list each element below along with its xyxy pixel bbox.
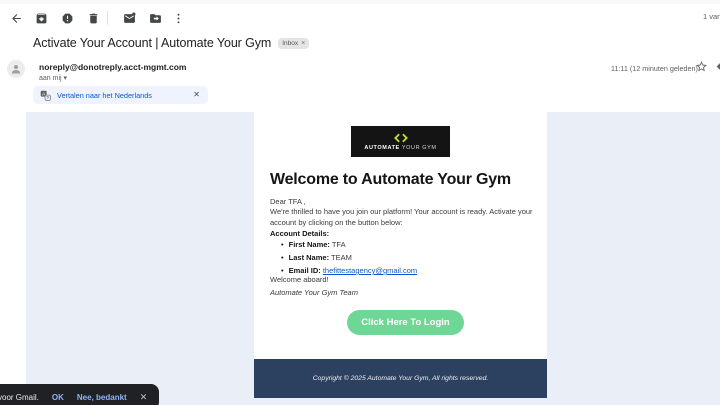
translate-close-icon[interactable]: ✕ <box>193 91 200 99</box>
inbox-label-badge[interactable]: Inbox × <box>278 37 310 49</box>
move-to-icon[interactable] <box>147 10 163 26</box>
toast-ok-button[interactable]: OK <box>52 393 64 402</box>
email-intro-paragraph: We're thrilled to have you join our plat… <box>270 207 533 227</box>
person-icon <box>12 65 20 74</box>
code-brackets-icon <box>393 133 408 142</box>
email-id-link[interactable]: thefittestagency@gmail.com <box>323 266 417 275</box>
inbox-label-remove-icon[interactable]: × <box>301 40 305 47</box>
gmail-email-view: 1 van 4 Activate Your Account | Automate… <box>0 0 720 405</box>
welcome-aboard-text: Welcome aboard! <box>270 275 329 284</box>
copyright-text: Copyright © 2025 Automate Your Gym, All … <box>312 375 489 382</box>
subject-row: Activate Your Account | Automate Your Gy… <box>33 36 310 50</box>
email-greeting: Dear TFA , <box>270 197 306 206</box>
sender-avatar <box>7 60 25 78</box>
pagination-counter: 1 van 4 <box>703 12 720 21</box>
email-footer: Copyright © 2025 Automate Your Gym, All … <box>254 359 547 398</box>
email-timestamp: 11:11 (12 minuten geleden) <box>611 64 698 73</box>
star-icon[interactable] <box>695 60 708 73</box>
brand-logo-text: AUTOMATE YOUR GYM <box>364 144 437 151</box>
toolbar-divider <box>107 11 108 25</box>
translate-bar: A Vertalen naar het Nederlands ✕ <box>33 86 208 104</box>
delete-icon[interactable] <box>85 10 101 26</box>
brand-logo: AUTOMATE YOUR GYM <box>351 126 450 157</box>
email-heading: Welcome to Automate Your Gym <box>270 171 511 188</box>
archive-icon[interactable] <box>33 10 49 26</box>
more-options-icon[interactable] <box>170 10 186 26</box>
list-item-first-name: First Name: TFA <box>281 240 417 249</box>
recipient-label: aan mij <box>39 75 62 82</box>
toast-message: voor Gmail. <box>0 392 39 402</box>
chevron-down-icon: ▾ <box>63 75 68 82</box>
back-icon[interactable] <box>8 10 24 26</box>
toast-close-icon[interactable]: ✕ <box>140 392 148 403</box>
account-details-title: Account Details: <box>270 229 330 238</box>
inbox-label-text: Inbox <box>282 39 299 47</box>
account-details-list: First Name: TFA Last Name: TEAM Email ID… <box>281 240 418 279</box>
list-item-email-id: Email ID: thefittestagency@gmail.com <box>281 266 418 275</box>
reply-icon[interactable] <box>715 60 720 73</box>
mark-unread-icon[interactable] <box>121 10 137 26</box>
translate-link[interactable]: Vertalen naar het Nederlands <box>57 91 152 100</box>
report-spam-icon[interactable] <box>59 10 75 26</box>
translate-icon: A <box>40 90 51 101</box>
recipient-dropdown[interactable]: aan mij ▾ <box>39 74 67 82</box>
email-subject: Activate Your Account | Automate Your Gy… <box>33 36 272 50</box>
gmail-notification-toast: voor Gmail. OK Nee, bedankt ✕ <box>0 384 160 405</box>
sender-email: noreply@donotreply.acct-mgmt.com <box>39 62 187 72</box>
login-button[interactable]: Click Here To Login <box>347 310 464 335</box>
email-signature: Automate Your Gym Team <box>270 288 358 297</box>
top-strip <box>0 0 720 4</box>
list-item-last-name: Last Name: TEAM <box>281 253 417 262</box>
toast-dismiss-button[interactable]: Nee, bedankt <box>77 393 127 402</box>
